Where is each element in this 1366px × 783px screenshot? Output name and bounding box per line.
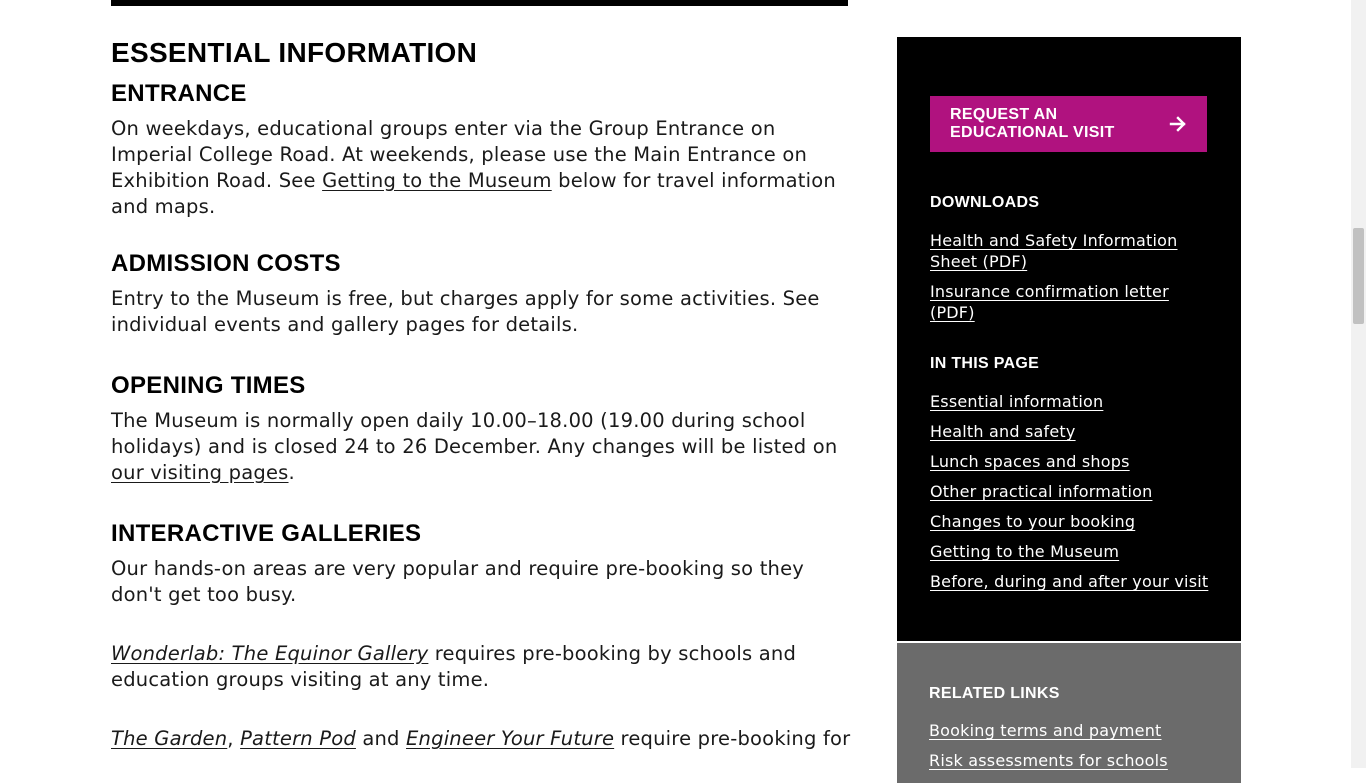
booking-terms-link[interactable]: Booking terms and payment <box>929 720 1162 741</box>
garden-tail-text: require pre-booking for <box>614 727 851 750</box>
jump-link-getting-to-museum[interactable]: Getting to the Museum <box>930 541 1119 562</box>
request-visit-button[interactable]: REQUEST AN EDUCATIONAL VISIT <box>930 96 1207 152</box>
sidebar-panel: REQUEST AN EDUCATIONAL VISIT DOWNLOADS H… <box>897 37 1241 641</box>
opening-text-2: . <box>288 461 295 484</box>
visiting-pages-link[interactable]: our visiting pages <box>111 461 289 484</box>
pattern-pod-link[interactable]: Pattern Pod <box>240 727 356 750</box>
admission-heading: ADMISSION COSTS <box>111 250 341 277</box>
engineer-your-future-link[interactable]: Engineer Your Future <box>406 727 614 750</box>
top-divider <box>111 0 848 6</box>
jump-link-practical-information[interactable]: Other practical information <box>930 481 1152 502</box>
main-content: ESSENTIAL INFORMATION ENTRANCE On weekda… <box>111 36 851 752</box>
page-scrollbar[interactable] <box>1351 0 1366 768</box>
and-text: and <box>355 727 407 750</box>
downloads-heading: DOWNLOADS <box>930 194 1040 211</box>
arrow-right-icon <box>1169 116 1186 132</box>
wonderlab-paragraph: Wonderlab: The Equinor Gallery requires … <box>111 641 851 693</box>
garden-paragraph: The Garden, Pattern Pod and Engineer You… <box>111 726 851 752</box>
opening-text: The Museum is normally open daily 10.00–… <box>111 408 851 486</box>
getting-to-museum-link[interactable]: Getting to the Museum <box>322 169 552 192</box>
page-title: ESSENTIAL INFORMATION <box>111 37 478 68</box>
jump-link-essential-information[interactable]: Essential information <box>930 391 1103 412</box>
scrollbar-thumb[interactable] <box>1353 228 1364 324</box>
related-links-heading: RELATED LINKS <box>929 685 1060 702</box>
opening-heading: OPENING TIMES <box>111 372 306 399</box>
in-this-page-heading: IN THIS PAGE <box>930 355 1040 372</box>
related-links-panel: RELATED LINKS Booking terms and payment … <box>897 643 1241 783</box>
entrance-heading: ENTRANCE <box>111 80 247 107</box>
jump-link-before-during-after[interactable]: Before, during and after your visit <box>930 571 1208 592</box>
interactive-text: Our hands-on areas are very popular and … <box>111 557 805 606</box>
wonderlab-link[interactable]: Wonderlab: The Equinor Gallery <box>111 642 428 665</box>
jump-link-booking-changes[interactable]: Changes to your booking <box>930 511 1135 532</box>
opening-text-1: The Museum is normally open daily 10.00–… <box>111 409 838 458</box>
insurance-letter-link[interactable]: Insurance confirmation letter (PDF) <box>930 281 1190 323</box>
request-visit-label: REQUEST AN EDUCATIONAL VISIT <box>950 106 1115 141</box>
admission-text: Entry to the Museum is free, but charges… <box>111 287 820 336</box>
jump-link-health-and-safety[interactable]: Health and safety <box>930 421 1076 442</box>
interactive-heading: INTERACTIVE GALLERIES <box>111 520 422 547</box>
jump-link-lunch-spaces[interactable]: Lunch spaces and shops <box>930 451 1130 472</box>
health-safety-sheet-link[interactable]: Health and Safety Information Sheet (PDF… <box>930 230 1190 272</box>
entrance-text: On weekdays, educational groups enter vi… <box>111 116 851 220</box>
comma-separator: , <box>227 727 241 750</box>
garden-link[interactable]: The Garden <box>111 727 227 750</box>
